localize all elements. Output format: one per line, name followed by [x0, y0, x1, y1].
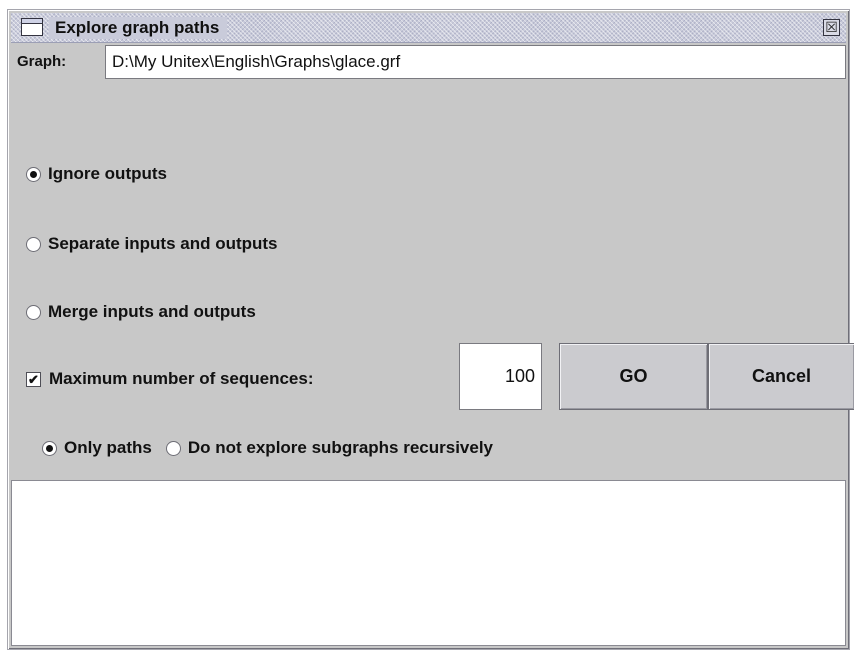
explore-graph-paths-window: Explore graph paths ☒ Graph: Ignore outp…: [7, 9, 854, 650]
go-button[interactable]: GO: [559, 343, 708, 410]
window-icon: [21, 18, 43, 36]
radio-label: Do not explore subgraphs recursively: [187, 438, 494, 457]
radio-button[interactable]: [165, 440, 181, 456]
max-sequences-label: Maximum number of sequences:: [49, 369, 314, 388]
radio-label: Ignore outputs: [48, 164, 167, 183]
close-button[interactable]: ☒: [823, 19, 840, 36]
window-title: Explore graph paths: [49, 17, 228, 39]
radio-button[interactable]: [26, 236, 41, 252]
path-mode-group: Only paths Do not explore subgraphs recu…: [42, 438, 507, 458]
title-bar[interactable]: Explore graph paths ☒: [11, 13, 846, 43]
cancel-button[interactable]: Cancel: [708, 343, 854, 410]
radio-separate-inputs-outputs[interactable]: Separate inputs and outputs: [26, 232, 278, 256]
graph-label: Graph:: [17, 53, 67, 70]
results-area[interactable]: [11, 480, 846, 646]
radio-merge-inputs-outputs[interactable]: Merge inputs and outputs: [26, 300, 256, 324]
radio-only-paths[interactable]: Only paths: [42, 438, 152, 458]
max-sequences-checkbox[interactable]: ✔: [26, 371, 41, 387]
radio-no-recursive-subgraphs[interactable]: Do not explore subgraphs recursively: [165, 438, 494, 458]
max-sequences-input[interactable]: [459, 343, 542, 410]
graph-row: Graph:: [11, 45, 846, 79]
radio-button-selected[interactable]: [42, 440, 57, 456]
max-sequences-checkbox-row[interactable]: ✔ Maximum number of sequences:: [26, 367, 314, 391]
radio-ignore-outputs[interactable]: Ignore outputs: [26, 162, 167, 186]
close-icon: ☒: [825, 19, 838, 35]
radio-label: Separate inputs and outputs: [48, 234, 278, 253]
radio-button[interactable]: [26, 304, 41, 320]
radio-button-selected[interactable]: [26, 166, 41, 182]
radio-label: Only paths: [64, 438, 152, 457]
graph-path-input[interactable]: [105, 45, 846, 79]
radio-label: Merge inputs and outputs: [48, 302, 256, 321]
